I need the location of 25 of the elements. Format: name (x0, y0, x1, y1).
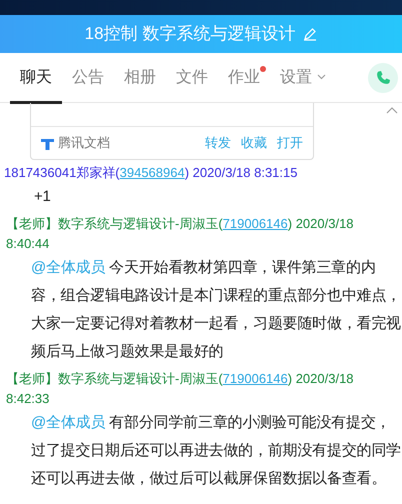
card-action-link[interactable]: 收藏 (231, 133, 267, 153)
card-source: 腾讯文档 (58, 134, 110, 152)
phone-icon (375, 70, 391, 86)
message-text: @全体成员 今天开始看教材第四章，课件第三章的内容，组合逻辑电路设计是本门课程的重点部分也中难点，大家一定要记得对着教材一起看，习题要随时做，看完视频后马上做习题效果是最好的 (30, 258, 402, 362)
tab[interactable]: 文件 (166, 52, 218, 102)
sender-line: 【老师】数字系统与逻辑设计-周淑玉(719006146) 2020/3/18 8:42:33 (5, 370, 355, 408)
message-text: @全体成员 有部分同学前三章的小测验可能没有提交，过了提交日期后还可以再进去做的，前期没有提交的同学还可以再进去做，做过后可以截屏保留数据以备查看。 (30, 413, 402, 489)
tab[interactable]: 公告 (62, 52, 114, 102)
tab[interactable]: 设置 (270, 52, 336, 102)
card-action-link[interactable]: 打开 (267, 133, 303, 153)
sender-line: 1817436041郑家祥(394568964) 2020/3/18 8:31:15 (4, 164, 298, 182)
notification-dot (260, 66, 266, 72)
tab[interactable]: 相册 (114, 52, 166, 102)
edit-icon[interactable] (303, 27, 318, 41)
window-title: 18控制 数字系统与逻辑设计 (84, 23, 296, 46)
card-action-link[interactable]: 转发 (195, 133, 231, 153)
caret-icon (317, 74, 326, 80)
docs-logo-icon (41, 136, 54, 150)
tab[interactable]: 聊天 (10, 52, 62, 102)
message-text: +1 (33, 187, 52, 207)
tab[interactable]: 作业 (218, 52, 270, 102)
scroll-up-icon[interactable] (386, 107, 398, 114)
sender-line: 【老师】数字系统与逻辑设计-周淑玉(719006146) 2020/3/18 8:40:44 (5, 215, 355, 253)
call-button[interactable] (368, 62, 398, 92)
document-card[interactable]: 腾讯文档 转发 收藏 打开 (30, 103, 314, 160)
